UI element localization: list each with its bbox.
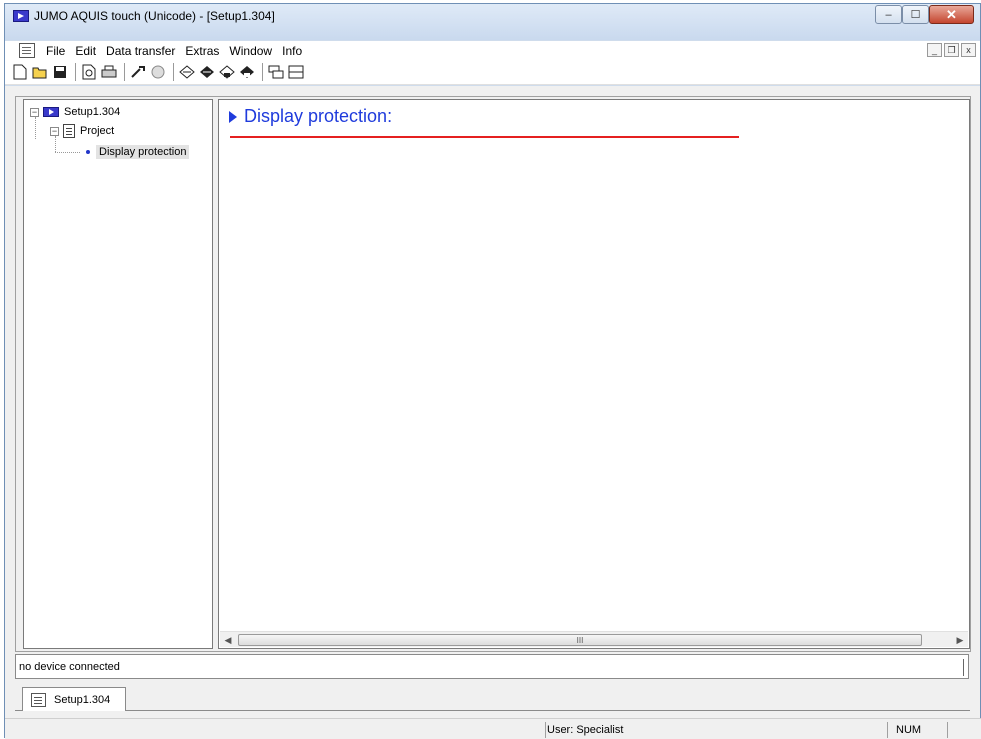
horizontal-scrollbar[interactable]: ◀ III ▶ [220, 631, 968, 647]
toolbar-separator [173, 63, 174, 81]
menu-extras[interactable]: Extras [180, 44, 224, 58]
toolbar [5, 60, 980, 85]
toolbar-separator [262, 63, 263, 81]
tree-connector [55, 152, 80, 153]
tree-node-setup-label: Setup1.304 [64, 106, 121, 118]
tool-icon[interactable] [129, 63, 147, 81]
scroll-thumb[interactable]: III [238, 634, 922, 646]
project-icon [63, 124, 75, 138]
menu-info[interactable]: Info [277, 44, 307, 58]
tab-strip-line [126, 710, 970, 711]
scroll-right-button[interactable]: ▶ [952, 632, 968, 648]
heading-underline [230, 136, 739, 138]
tree-connector [35, 117, 36, 139]
scroll-left-button[interactable]: ◀ [220, 632, 236, 648]
app-icon[interactable] [13, 10, 29, 22]
status-num: NUM [896, 724, 922, 736]
tree-connector [55, 136, 56, 152]
window-tile-icon[interactable] [267, 63, 285, 81]
mdi-minimize-button[interactable]: _ [927, 43, 942, 57]
document-icon [31, 692, 46, 707]
tab-setup[interactable]: Setup1.304 [22, 687, 126, 711]
mdi-close-button[interactable]: x [961, 43, 976, 57]
collapse-toggle[interactable]: − [50, 126, 59, 136]
toolbar-separator [75, 63, 76, 81]
minimize-button[interactable]: – [875, 5, 902, 24]
tab-setup-label: Setup1.304 [54, 693, 111, 706]
maximize-button[interactable]: ☐ [902, 5, 929, 24]
tool-disabled-icon[interactable] [149, 63, 167, 81]
tree-node-project-label: Project [80, 125, 115, 137]
bullet-icon [86, 150, 90, 154]
document-icon[interactable] [19, 43, 35, 58]
menu-window[interactable]: Window [224, 44, 277, 58]
menu-edit[interactable]: Edit [70, 44, 101, 58]
menu-data-transfer[interactable]: Data transfer [101, 44, 180, 58]
project-tree[interactable]: − Setup1.304 − Project Display protectio… [23, 99, 213, 649]
connection-status: no device connected [15, 654, 969, 679]
menu-file[interactable]: File [41, 44, 70, 58]
status-message [5, 722, 545, 738]
client-area: − Setup1.304 − Project Display protectio… [5, 86, 980, 736]
toolbar-separator [124, 63, 125, 81]
section-heading: Display protection: [229, 106, 392, 127]
status-bar: User: Specialist NUM [5, 718, 981, 739]
tree-node-setup[interactable]: − Setup1.304 [30, 106, 120, 118]
arrow-right-icon[interactable] [198, 63, 216, 81]
section-heading-text: Display protection: [244, 106, 393, 126]
status-num-cell: NUM [887, 722, 945, 738]
setup-file-icon [43, 107, 59, 117]
tree-node-display-protection-label: Display protection [96, 145, 190, 159]
transfer-down-icon[interactable] [238, 63, 256, 81]
title-bar[interactable]: JUMO AQUIS touch (Unicode) - [Setup1.304… [5, 4, 980, 40]
close-button[interactable]: ✕ [929, 5, 974, 24]
status-user: User: Specialist [547, 724, 624, 736]
menu-bar: File Edit Data transfer Extras Window In… [5, 41, 980, 60]
window-split-icon[interactable] [287, 63, 305, 81]
save-icon[interactable] [51, 63, 69, 81]
print-preview-icon[interactable] [80, 63, 98, 81]
window-title: JUMO AQUIS touch (Unicode) - [Setup1.304… [34, 9, 275, 23]
triangle-right-icon [229, 110, 237, 123]
print-icon[interactable] [100, 63, 118, 81]
mdi-controls: _ ❐ x [925, 43, 976, 57]
tree-node-project[interactable]: − Project [50, 124, 114, 138]
collapse-toggle[interactable]: − [30, 107, 39, 117]
arrow-left-icon[interactable] [178, 63, 196, 81]
resize-grip[interactable] [947, 722, 977, 738]
status-divider [963, 659, 964, 676]
mdi-restore-button[interactable]: ❐ [944, 43, 959, 57]
window-controls: – ☐ ✕ [875, 5, 974, 24]
scroll-grip: III [576, 635, 584, 645]
connection-status-text: no device connected [19, 661, 120, 673]
new-icon[interactable] [11, 63, 29, 81]
tree-node-display-protection[interactable]: Display protection [86, 145, 190, 159]
content-panel: Display protection: ◀ III ▶ [218, 99, 970, 649]
transfer-up-icon[interactable] [218, 63, 236, 81]
status-user-cell: User: Specialist [545, 722, 885, 738]
app-window: JUMO AQUIS touch (Unicode) - [Setup1.304… [4, 3, 981, 739]
open-icon[interactable] [31, 63, 49, 81]
